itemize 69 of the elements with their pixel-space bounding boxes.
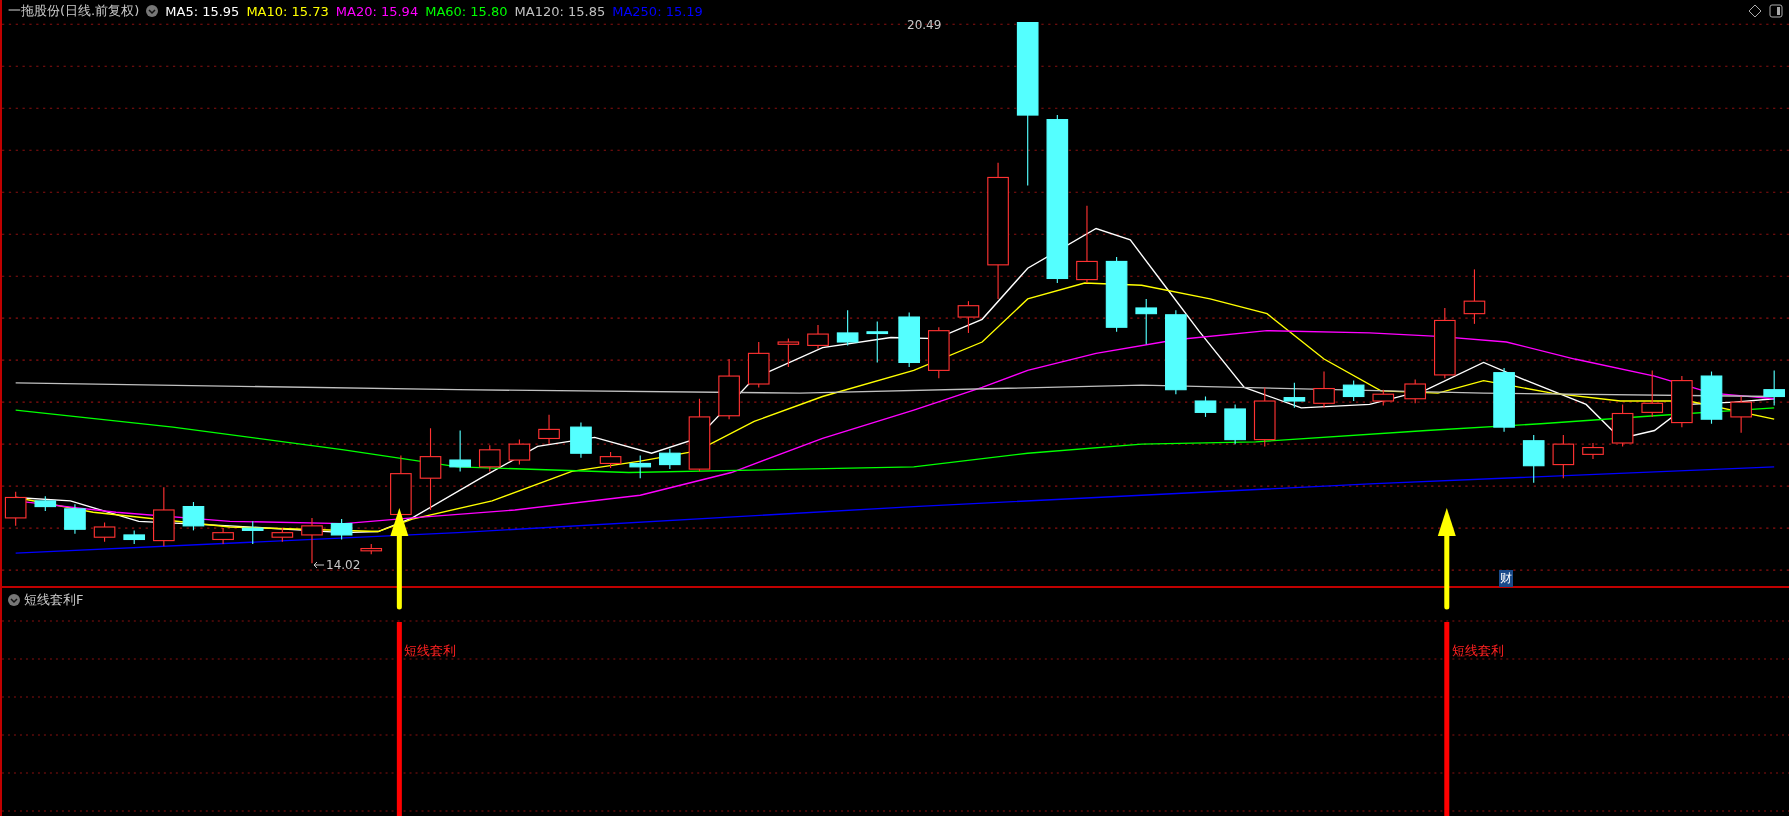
candlestick bbox=[1763, 369, 1785, 407]
candlestick bbox=[271, 527, 294, 543]
candlestick bbox=[1283, 382, 1306, 409]
candlestick bbox=[1135, 298, 1158, 345]
moving-average-value: MA10: 15.73 bbox=[246, 3, 329, 19]
candlestick bbox=[807, 324, 829, 350]
candlestick bbox=[153, 486, 175, 547]
candlestick bbox=[64, 503, 86, 535]
candlestick bbox=[836, 309, 859, 346]
low-price-label: 14.02 bbox=[326, 558, 361, 572]
candlestick bbox=[212, 527, 234, 545]
candlestick bbox=[1404, 378, 1426, 404]
candlestick bbox=[1700, 370, 1723, 425]
candlestick bbox=[182, 501, 205, 531]
candlestick bbox=[508, 439, 531, 466]
candlestick bbox=[4, 491, 27, 527]
candlestick bbox=[718, 358, 740, 420]
indicator-title: 短线套利F bbox=[24, 591, 84, 609]
high-price-label: 20.49 bbox=[907, 18, 942, 32]
candlestick bbox=[1463, 268, 1486, 325]
candlestick bbox=[898, 311, 920, 368]
signal-label: 短线套利 bbox=[1451, 642, 1504, 660]
diamond-icon[interactable] bbox=[1748, 4, 1762, 18]
candlestick bbox=[777, 338, 800, 368]
candlestick bbox=[1641, 369, 1664, 418]
candlestick bbox=[1253, 386, 1276, 447]
moving-average-value: MA5: 15.95 bbox=[165, 3, 240, 19]
candlestick bbox=[1313, 370, 1335, 409]
moving-average-value: MA60: 15.80 bbox=[425, 3, 508, 19]
candlestick bbox=[1671, 375, 1693, 428]
candlestick bbox=[659, 448, 681, 470]
candlestick bbox=[1372, 389, 1395, 407]
dropdown-icon[interactable] bbox=[146, 5, 159, 17]
candlestick bbox=[866, 321, 889, 363]
candlestick bbox=[957, 300, 980, 334]
candlestick bbox=[599, 451, 622, 469]
candlestick bbox=[1224, 403, 1246, 445]
candlestick bbox=[1611, 403, 1634, 447]
candlestick bbox=[241, 520, 264, 545]
moving-average-value: MA250: 15.19 bbox=[612, 3, 703, 19]
candlestick bbox=[629, 454, 652, 479]
panel-toggle-icon[interactable] bbox=[1769, 4, 1783, 18]
stock-title: 一拖股份(日线.前复权) bbox=[8, 2, 140, 20]
candlestick bbox=[927, 326, 950, 379]
candlestick bbox=[449, 429, 471, 472]
candlestick bbox=[34, 495, 57, 512]
candlestick bbox=[1493, 367, 1515, 433]
candlestick bbox=[1342, 380, 1365, 402]
finance-marker[interactable]: 财 bbox=[1499, 570, 1513, 587]
candlestick bbox=[1522, 434, 1545, 484]
candlestick bbox=[1730, 395, 1752, 434]
candlestick bbox=[570, 422, 592, 459]
arrow-icon bbox=[313, 561, 325, 569]
candlestick bbox=[330, 518, 353, 541]
candlestick bbox=[123, 529, 146, 545]
candlestick bbox=[1434, 307, 1456, 379]
candlestick bbox=[1194, 395, 1217, 418]
candlestick bbox=[538, 414, 560, 445]
moving-average-value: MA120: 15.85 bbox=[514, 3, 606, 19]
candlestick bbox=[1552, 434, 1575, 479]
dropdown-icon[interactable] bbox=[8, 594, 20, 606]
candlestick bbox=[360, 543, 383, 555]
moving-average-value: MA20: 15.94 bbox=[335, 3, 419, 19]
candlestick bbox=[478, 444, 501, 472]
candlestick bbox=[1582, 442, 1604, 460]
candlestick bbox=[747, 341, 770, 388]
signal-label: 短线套利 bbox=[404, 642, 457, 660]
candlestick bbox=[93, 521, 116, 543]
candlestick bbox=[301, 517, 323, 564]
